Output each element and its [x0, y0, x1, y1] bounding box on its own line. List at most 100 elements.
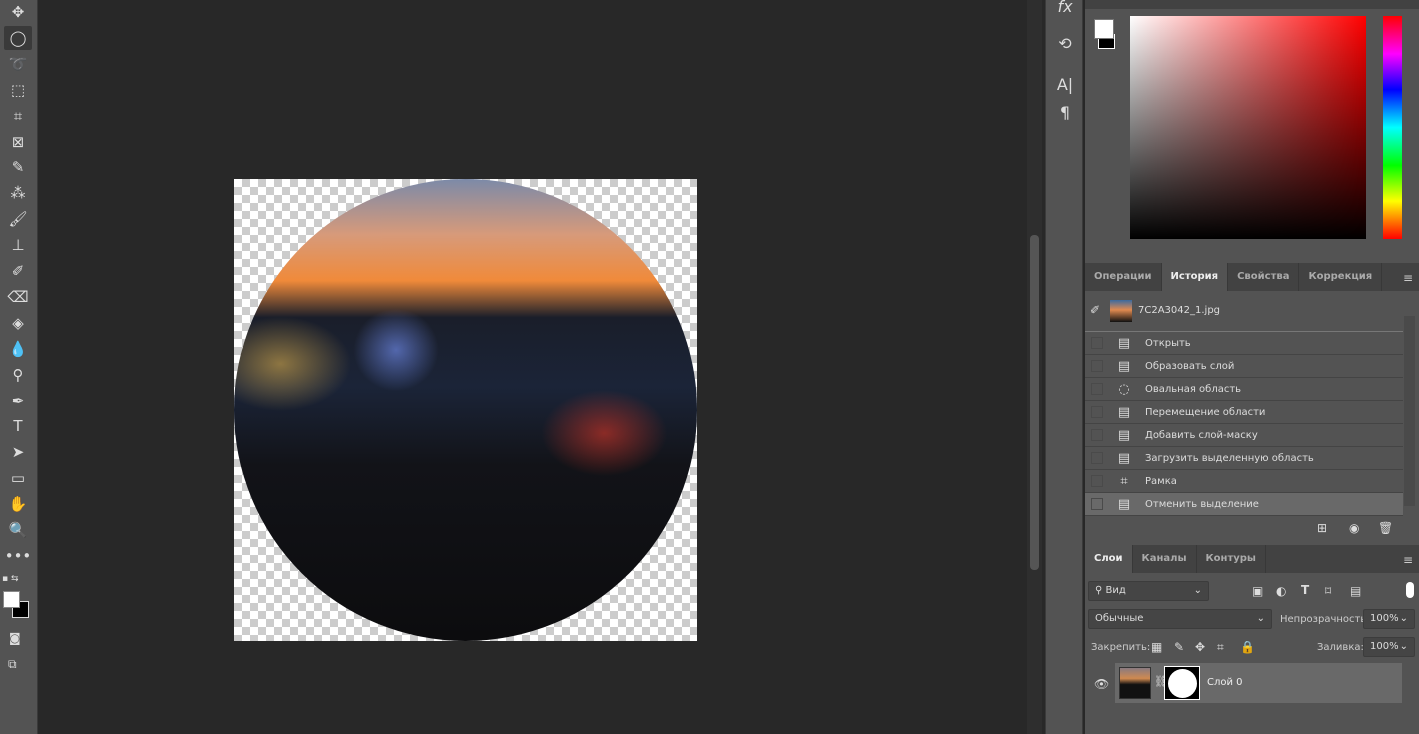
history-label: Образовать слой	[1145, 360, 1235, 372]
panel-menu-icon[interactable]: ≡	[1403, 553, 1413, 567]
blur-icon[interactable]: 💧	[4, 337, 32, 361]
filter-toggle[interactable]	[1406, 582, 1414, 598]
history-label: Рамка	[1145, 475, 1177, 487]
healing-brush-icon[interactable]: ⁂	[4, 181, 32, 205]
brush-icon[interactable]: 🖌	[4, 207, 32, 231]
layer-mask-thumbnail[interactable]	[1164, 666, 1200, 700]
color-panel-tabs	[1085, 0, 1419, 9]
pen-icon[interactable]: ✒	[4, 389, 32, 413]
layer-thumbnail	[1119, 667, 1151, 699]
history-checkbox[interactable]	[1091, 337, 1103, 349]
history-checkbox[interactable]	[1091, 498, 1103, 510]
history-scrollbar[interactable]	[1404, 316, 1415, 506]
path-select-icon[interactable]: ➤	[4, 440, 32, 464]
foreground-swatch[interactable]	[1094, 19, 1114, 39]
tab-history[interactable]: История	[1161, 263, 1229, 291]
lasso-icon[interactable]: ➰	[4, 52, 32, 76]
quick-mask-icon[interactable]: ◙	[9, 631, 21, 645]
history-icon[interactable]: ⟲	[1046, 34, 1084, 53]
more-icon[interactable]: •••	[4, 544, 32, 568]
blend-mode-select[interactable]: Обычные ⌄	[1088, 609, 1272, 629]
layers-tabs: Слои Каналы Контуры ≡	[1085, 545, 1419, 573]
new-document-from-state-icon[interactable]: ⊞	[1317, 521, 1327, 535]
screen-mode-icon[interactable]: ⧉	[8, 657, 17, 672]
history-checkbox[interactable]	[1091, 383, 1103, 395]
crop-icon[interactable]: ⌗	[4, 104, 32, 128]
collapsed-panels: fx ⟲ A| ¶	[1045, 0, 1083, 734]
opacity-input[interactable]: 100% ⌄	[1363, 609, 1415, 629]
paragraph-icon[interactable]: ¶	[1046, 103, 1084, 122]
history-brush-source-icon[interactable]: ✐	[1090, 303, 1100, 317]
filter-pixel-icon[interactable]: ▣	[1252, 584, 1263, 598]
lock-artboard-icon[interactable]: ⌗	[1217, 640, 1224, 655]
history-item[interactable]: ⌗ Рамка	[1085, 470, 1403, 493]
scrollbar-thumb[interactable]	[1030, 235, 1039, 570]
filter-type-icon[interactable]: T	[1301, 583, 1309, 597]
layer-name[interactable]: Слой 0	[1207, 677, 1243, 688]
history-checkbox[interactable]	[1091, 429, 1103, 441]
fill-label: Заливка:	[1317, 642, 1364, 653]
history-checkbox[interactable]	[1091, 406, 1103, 418]
history-label: Добавить слой-маску	[1145, 429, 1258, 441]
default-colors-icon[interactable]: ▪ ⇆	[2, 574, 19, 584]
rectangle-icon[interactable]: ▭	[4, 466, 32, 490]
move-icon[interactable]: ✥	[4, 0, 32, 24]
foreground-color-swatch[interactable]	[3, 591, 20, 608]
lock-transparent-icon[interactable]: ▦	[1151, 640, 1162, 654]
snapshot-camera-icon[interactable]: ◉	[1349, 521, 1359, 535]
styles-fx-icon[interactable]: fx	[1046, 0, 1084, 16]
history-label: Овальная область	[1145, 383, 1242, 395]
lock-pixels-icon[interactable]: ✎	[1174, 640, 1184, 654]
filter-adjustment-icon[interactable]: ◐	[1276, 584, 1286, 598]
history-label: Загрузить выделенную область	[1145, 452, 1314, 464]
zoom-icon[interactable]: 🔍	[4, 518, 32, 542]
hand-icon[interactable]: ✋	[4, 492, 32, 516]
type-icon[interactable]: T	[4, 414, 32, 438]
lock-all-icon[interactable]: 🔒	[1240, 640, 1255, 654]
history-checkbox[interactable]	[1091, 360, 1103, 372]
eye-icon[interactable]: 👁	[1094, 677, 1109, 691]
eyedropper-icon[interactable]: ✎	[4, 155, 32, 179]
history-item[interactable]: ◌ Овальная область	[1085, 378, 1403, 401]
filter-shape-icon[interactable]: ⌑	[1325, 584, 1331, 598]
paint-bucket-icon[interactable]: ◈	[4, 311, 32, 335]
stamp-icon[interactable]: ⊥	[4, 233, 32, 257]
dodge-icon[interactable]: ⚲	[4, 363, 32, 387]
fill-input[interactable]: 100% ⌄	[1363, 637, 1415, 657]
layer-row[interactable]: ⛓ Слой 0	[1115, 663, 1402, 703]
snapshot-thumbnail	[1110, 300, 1132, 322]
lock-position-icon[interactable]: ✥	[1195, 640, 1205, 654]
layer-filter-select[interactable]: ⚲ Вид ⌄	[1088, 581, 1209, 601]
tab-adjustments[interactable]: Коррекция	[1299, 263, 1383, 291]
history-label: Отменить выделение	[1145, 498, 1259, 510]
filter-smart-object-icon[interactable]: ▤	[1350, 584, 1361, 598]
character-icon[interactable]: A|	[1046, 75, 1084, 94]
history-checkbox[interactable]	[1091, 452, 1103, 464]
history-label: Перемещение области	[1145, 406, 1266, 418]
color-field[interactable]	[1130, 16, 1366, 239]
tab-paths[interactable]: Контуры	[1197, 545, 1266, 573]
tab-channels[interactable]: Каналы	[1133, 545, 1197, 573]
history-item[interactable]: ▤ Образовать слой	[1085, 355, 1403, 378]
tab-actions[interactable]: Операции	[1085, 263, 1162, 291]
eraser-icon[interactable]: ⌫	[4, 285, 32, 309]
panel-menu-icon[interactable]: ≡	[1403, 271, 1413, 285]
tab-properties[interactable]: Свойства	[1228, 263, 1300, 291]
snapshot-name[interactable]: 7C2A3042_1.jpg	[1138, 305, 1220, 316]
history-item[interactable]: ▤ Загрузить выделенную область	[1085, 447, 1403, 470]
history-item[interactable]: ▤ Добавить слой-маску	[1085, 424, 1403, 447]
hue-slider[interactable]	[1383, 16, 1402, 239]
document-canvas[interactable]	[234, 179, 697, 641]
history-item[interactable]: ▤ Перемещение области	[1085, 401, 1403, 424]
frame-icon[interactable]: ⊠	[4, 130, 32, 154]
history-checkbox[interactable]	[1091, 475, 1103, 487]
object-select-icon[interactable]: ⬚	[4, 78, 32, 102]
history-item[interactable]: ▤ Открыть	[1085, 332, 1403, 355]
tab-layers[interactable]: Слои	[1085, 545, 1133, 573]
trash-icon[interactable]: 🗑	[1378, 521, 1393, 535]
history-item[interactable]: ▤ Отменить выделение	[1085, 493, 1403, 516]
history-brush-icon[interactable]: ✐	[4, 259, 32, 283]
elliptical-marquee-icon[interactable]: ◯	[4, 25, 32, 50]
document-icon: ▤	[1117, 427, 1131, 443]
tools-panel: ✥ ◯ ➰ ⬚ ⌗ ⊠ ✎ ⁂ 🖌 ⊥ ✐ ⌫ ◈ 💧 ⚲ ✒ T ➤ ▭ ✋ 🔍 •••	[0, 0, 38, 734]
